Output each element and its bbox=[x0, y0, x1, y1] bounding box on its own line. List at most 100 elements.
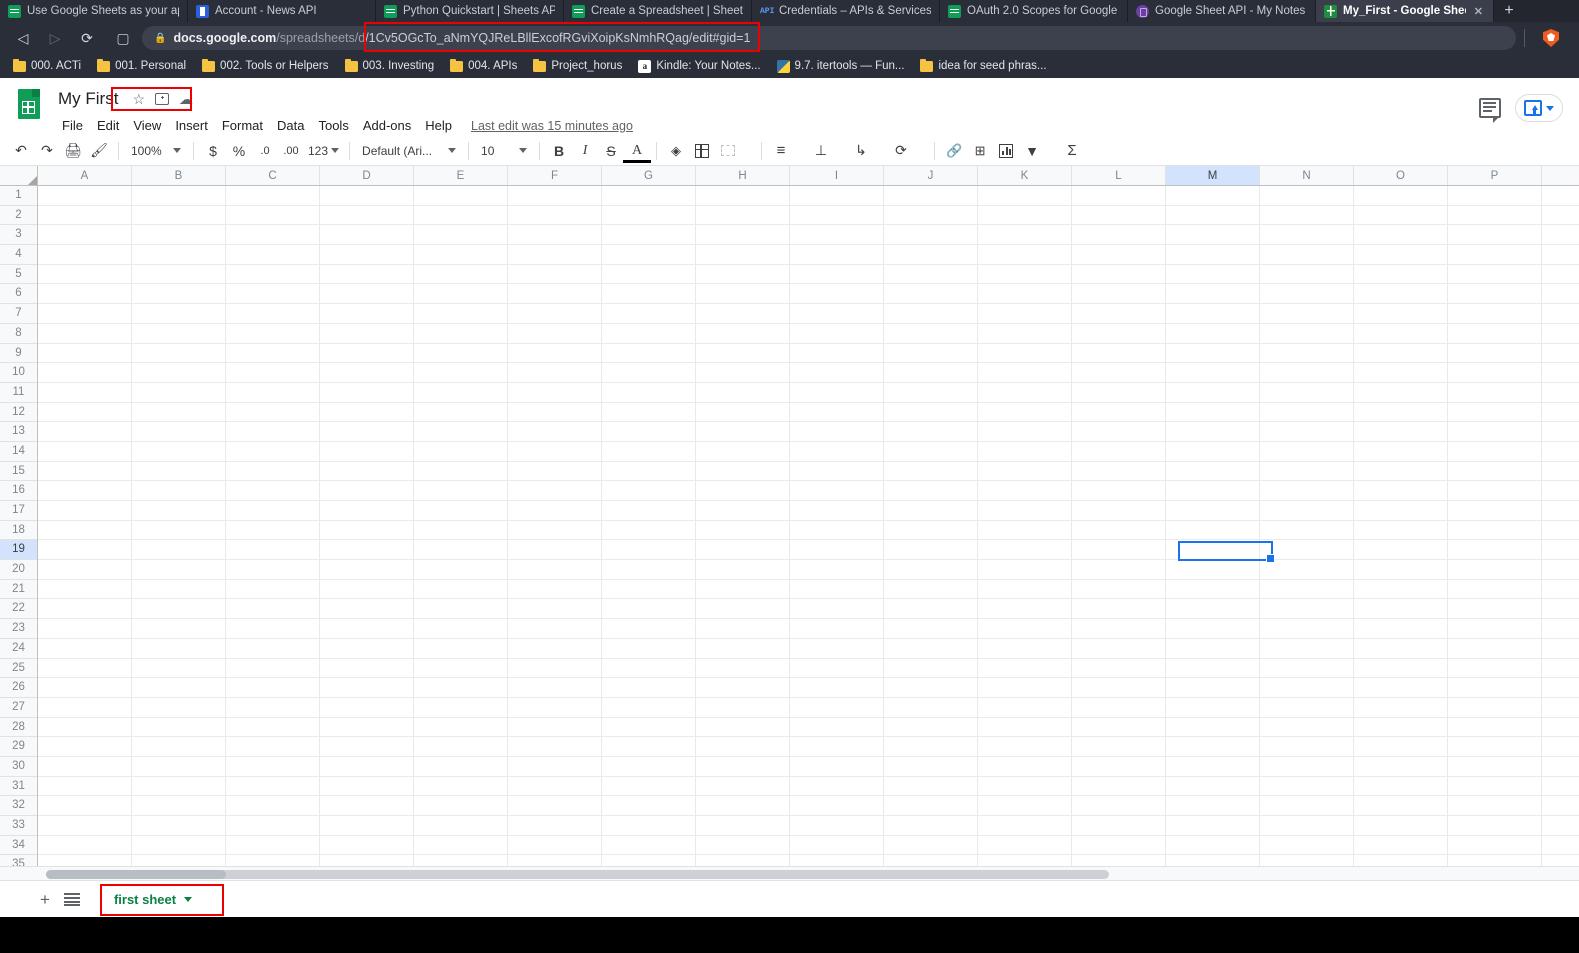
cell-D27[interactable] bbox=[320, 697, 414, 717]
cell-I24[interactable] bbox=[790, 638, 884, 658]
cell-I10[interactable] bbox=[790, 363, 884, 382]
cell-K26[interactable] bbox=[978, 678, 1072, 697]
cell-O20[interactable] bbox=[1354, 560, 1448, 579]
cell-J27[interactable] bbox=[884, 697, 978, 717]
cell-O26[interactable] bbox=[1354, 678, 1448, 697]
cell-G13[interactable] bbox=[602, 422, 696, 441]
bookmark-item[interactable]: 004. APIs bbox=[443, 58, 524, 74]
cell-C28[interactable] bbox=[226, 717, 320, 737]
bookmark-item[interactable]: 9.7. itertools — Fun... bbox=[770, 58, 912, 75]
cell-J1[interactable] bbox=[884, 186, 978, 205]
text-color-button[interactable]: A bbox=[623, 139, 652, 163]
cell-D32[interactable] bbox=[320, 796, 414, 815]
cell-C17[interactable] bbox=[226, 501, 320, 520]
cell-E29[interactable] bbox=[414, 737, 508, 756]
add-sheet-button[interactable]: + bbox=[40, 891, 50, 908]
browser-tab[interactable]: API Credentials – APIs & Services - bbox=[752, 0, 940, 22]
cell-P16[interactable] bbox=[1448, 481, 1542, 500]
menu-format[interactable]: Format bbox=[215, 115, 270, 136]
cell-A1[interactable] bbox=[38, 186, 132, 205]
cell-B2[interactable] bbox=[132, 205, 226, 225]
cell-P25[interactable] bbox=[1448, 658, 1542, 678]
column-header-B[interactable]: B bbox=[132, 166, 226, 185]
cell-I12[interactable] bbox=[790, 402, 884, 422]
horizontal-align-dropdown[interactable] bbox=[794, 139, 808, 163]
browser-tab[interactable]: Account - News API bbox=[188, 0, 376, 22]
cell-H18[interactable] bbox=[696, 520, 790, 540]
cell-D14[interactable] bbox=[320, 441, 414, 461]
cell-F2[interactable] bbox=[508, 205, 602, 225]
cell-A5[interactable] bbox=[38, 264, 132, 284]
row-header-11[interactable]: 11 bbox=[0, 382, 37, 403]
cell-J23[interactable] bbox=[884, 619, 978, 638]
cell-B32[interactable] bbox=[132, 796, 226, 815]
cell-P20[interactable] bbox=[1448, 560, 1542, 579]
cell-P13[interactable] bbox=[1448, 422, 1542, 441]
italic-button[interactable]: I bbox=[572, 139, 598, 163]
cell-B31[interactable] bbox=[132, 776, 226, 796]
cell-C5[interactable] bbox=[226, 264, 320, 284]
column-header-O[interactable]: O bbox=[1354, 166, 1448, 185]
cell-F27[interactable] bbox=[508, 697, 602, 717]
cell-P7[interactable] bbox=[1448, 304, 1542, 323]
cell-F25[interactable] bbox=[508, 658, 602, 678]
cell-J32[interactable] bbox=[884, 796, 978, 815]
cell-H22[interactable] bbox=[696, 599, 790, 619]
cell-L9[interactable] bbox=[1072, 343, 1166, 363]
row-header-31[interactable]: 31 bbox=[0, 776, 37, 797]
cell-M1[interactable] bbox=[1166, 186, 1260, 205]
cell-K30[interactable] bbox=[978, 756, 1072, 776]
cell-F8[interactable] bbox=[508, 323, 602, 343]
cell-F9[interactable] bbox=[508, 343, 602, 363]
cell-D19[interactable] bbox=[320, 540, 414, 560]
cell-E18[interactable] bbox=[414, 520, 508, 540]
cell-G15[interactable] bbox=[602, 461, 696, 481]
cell-I28[interactable] bbox=[790, 717, 884, 737]
cell-B35[interactable] bbox=[132, 855, 226, 866]
column-header-A[interactable]: A bbox=[38, 166, 132, 185]
cell-P9[interactable] bbox=[1448, 343, 1542, 363]
cell-P26[interactable] bbox=[1448, 678, 1542, 697]
cell-J17[interactable] bbox=[884, 501, 978, 520]
cell-I15[interactable] bbox=[790, 461, 884, 481]
cell-I7[interactable] bbox=[790, 304, 884, 323]
cell-J11[interactable] bbox=[884, 382, 978, 402]
cell-H3[interactable] bbox=[696, 225, 790, 245]
cell-I32[interactable] bbox=[790, 796, 884, 815]
cell-L5[interactable] bbox=[1072, 264, 1166, 284]
cell-H26[interactable] bbox=[696, 678, 790, 697]
cell-J20[interactable] bbox=[884, 560, 978, 579]
row-header-14[interactable]: 14 bbox=[0, 441, 37, 462]
bookmark-icon[interactable]: ▢ bbox=[112, 30, 134, 47]
row-header-30[interactable]: 30 bbox=[0, 756, 37, 777]
cell-O14[interactable] bbox=[1354, 441, 1448, 461]
cell-D18[interactable] bbox=[320, 520, 414, 540]
cell-B19[interactable] bbox=[132, 540, 226, 560]
cell-J35[interactable] bbox=[884, 855, 978, 866]
cell-G10[interactable] bbox=[602, 363, 696, 382]
cell-C14[interactable] bbox=[226, 441, 320, 461]
cell-H5[interactable] bbox=[696, 264, 790, 284]
menu-edit[interactable]: Edit bbox=[90, 115, 126, 136]
cell-P24[interactable] bbox=[1448, 638, 1542, 658]
cell-D26[interactable] bbox=[320, 678, 414, 697]
cell-F34[interactable] bbox=[508, 835, 602, 855]
cell-L24[interactable] bbox=[1072, 638, 1166, 658]
cell-J34[interactable] bbox=[884, 835, 978, 855]
cell-K35[interactable] bbox=[978, 855, 1072, 866]
cell-F26[interactable] bbox=[508, 678, 602, 697]
cell-O23[interactable] bbox=[1354, 619, 1448, 638]
brave-shield-icon[interactable] bbox=[1543, 29, 1559, 47]
cell-D4[interactable] bbox=[320, 245, 414, 264]
reload-button[interactable]: ⟳ bbox=[72, 25, 102, 51]
row-header-16[interactable]: 16 bbox=[0, 481, 37, 501]
cell-B30[interactable] bbox=[132, 756, 226, 776]
cell-E8[interactable] bbox=[414, 323, 508, 343]
cell-A35[interactable] bbox=[38, 855, 132, 866]
cell-E27[interactable] bbox=[414, 697, 508, 717]
cell-B6[interactable] bbox=[132, 284, 226, 304]
column-header-K[interactable]: K bbox=[978, 166, 1072, 185]
cell-F19[interactable] bbox=[508, 540, 602, 560]
cell-L18[interactable] bbox=[1072, 520, 1166, 540]
column-header-D[interactable]: D bbox=[320, 166, 414, 185]
